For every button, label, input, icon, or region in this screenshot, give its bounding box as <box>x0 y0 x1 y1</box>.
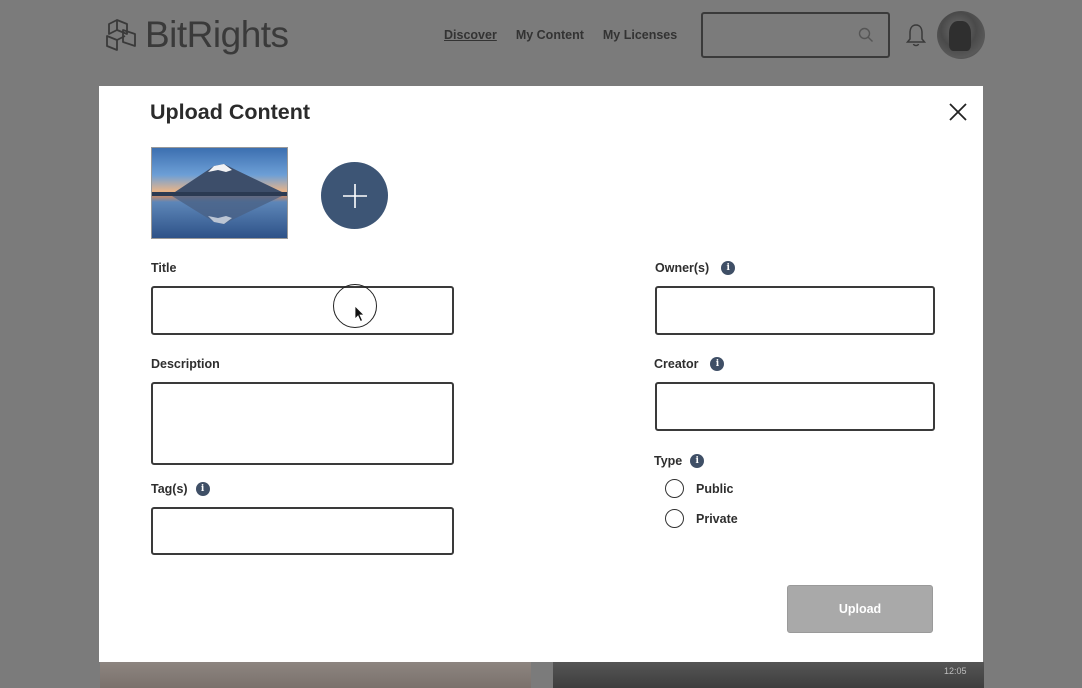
app-header: BitRights Discover My Content My License… <box>0 0 1082 70</box>
nav-my-content[interactable]: My Content <box>516 28 584 42</box>
info-icon[interactable]: i <box>710 357 725 371</box>
public-radio[interactable] <box>665 479 684 498</box>
title-input[interactable] <box>153 288 452 333</box>
owners-input[interactable] <box>657 288 933 333</box>
title-label-text: Title <box>151 261 177 275</box>
description-textarea[interactable] <box>153 384 452 463</box>
creator-input[interactable] <box>657 384 933 429</box>
title-field[interactable] <box>151 286 454 335</box>
bell-icon[interactable] <box>905 22 927 48</box>
plus-icon <box>342 183 367 208</box>
search-input[interactable] <box>701 12 890 58</box>
avatar-silhouette <box>949 21 971 51</box>
upload-button[interactable]: Upload <box>787 585 933 633</box>
upload-content-modal: Upload Content Title Description Tag(s) … <box>99 86 983 662</box>
uploaded-image-thumbnail[interactable] <box>151 147 288 239</box>
description-label: Description <box>151 357 220 371</box>
app-name: BitRights <box>145 14 289 55</box>
type-label: Type i <box>654 454 705 468</box>
private-radio[interactable] <box>665 509 684 528</box>
logo[interactable]: BitRights <box>103 14 289 56</box>
description-label-text: Description <box>151 357 220 371</box>
creator-label: Creator i <box>654 357 725 371</box>
owners-label: Owner(s) i <box>655 261 736 275</box>
type-option-private[interactable]: Private <box>665 509 738 528</box>
creator-label-text: Creator <box>654 357 699 371</box>
background-content-thumbnail <box>100 662 531 688</box>
avatar[interactable] <box>937 11 985 59</box>
modal-title: Upload Content <box>150 100 311 124</box>
nav-my-licenses[interactable]: My Licenses <box>603 28 677 42</box>
background-video-thumbnail <box>553 662 984 688</box>
cubes-logo-icon <box>106 19 136 51</box>
title-label: Title <box>151 261 176 275</box>
search-icon[interactable] <box>858 27 874 43</box>
private-radio-label: Private <box>696 511 738 526</box>
mouse-pointer-icon <box>354 305 365 323</box>
add-image-button[interactable] <box>321 162 388 229</box>
public-radio-label: Public <box>696 481 734 496</box>
info-icon[interactable]: i <box>690 454 705 468</box>
tags-input[interactable] <box>153 509 452 553</box>
mountain-lake-image <box>152 164 287 224</box>
description-field[interactable] <box>151 382 454 465</box>
close-icon[interactable] <box>946 100 970 124</box>
tags-field[interactable] <box>151 507 454 555</box>
info-icon[interactable]: i <box>721 261 736 275</box>
owners-label-text: Owner(s) <box>655 261 710 275</box>
main-nav: Discover My Content My Licenses <box>444 28 696 42</box>
creator-field[interactable] <box>655 382 935 431</box>
nav-discover[interactable]: Discover <box>444 28 497 42</box>
type-option-public[interactable]: Public <box>665 479 734 498</box>
tags-label: Tag(s) i <box>151 482 210 496</box>
info-icon[interactable]: i <box>195 482 210 496</box>
type-label-text: Type <box>654 454 683 468</box>
tags-label-text: Tag(s) <box>151 482 188 496</box>
owners-field[interactable] <box>655 286 935 335</box>
background-video-duration: 12:05 <box>944 666 967 676</box>
